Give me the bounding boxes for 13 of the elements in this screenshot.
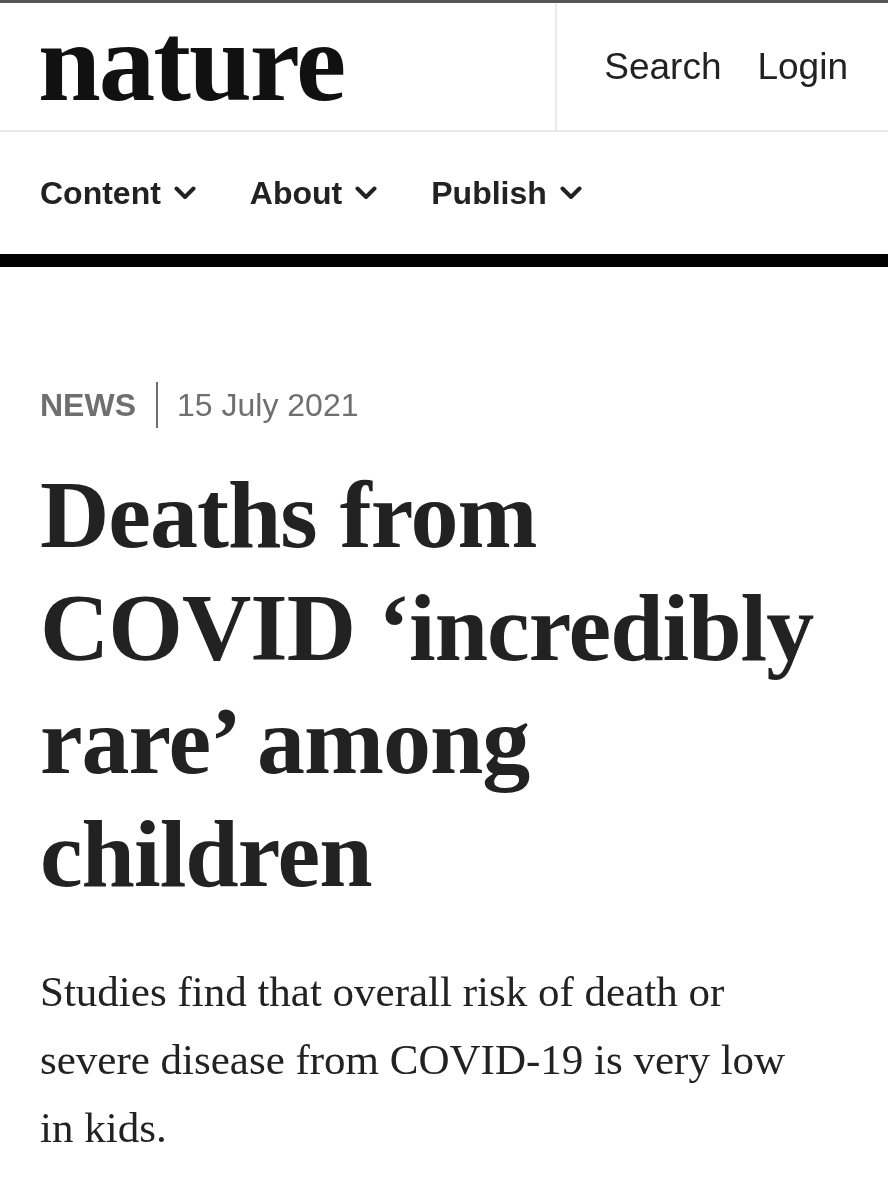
article-standfirst: Studies find that overall risk of death or severe disease from COVID-19 is very low in kids. bbox=[40, 967, 787, 1153]
chevron-down-icon bbox=[559, 186, 582, 200]
header-link[interactable]: Search bbox=[604, 48, 722, 85]
chevron-down-icon bbox=[173, 186, 196, 200]
nav-menu-button[interactable]: Content bbox=[40, 174, 196, 212]
article-type: NEWS bbox=[40, 389, 136, 421]
nav-menu-button[interactable]: Publish bbox=[431, 174, 582, 212]
article-headline: Deaths from COVID ‘incredibly rare’ among children bbox=[40, 460, 815, 909]
nav-menu-button[interactable]: About bbox=[249, 174, 378, 212]
header-link[interactable]: Login bbox=[757, 48, 848, 85]
chevron-down-icon bbox=[355, 186, 378, 200]
article-date: 15 July 2021 bbox=[177, 389, 359, 421]
site-logo[interactable]: nature bbox=[38, 5, 345, 118]
